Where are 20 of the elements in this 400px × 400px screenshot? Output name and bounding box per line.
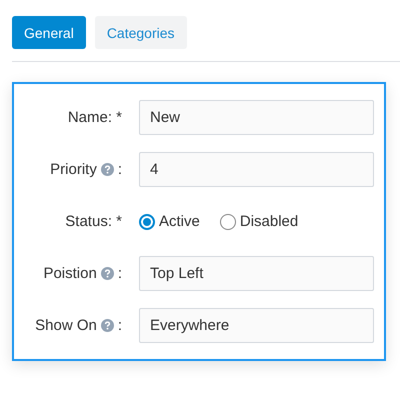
- radio-option[interactable]: Disabled: [220, 213, 298, 230]
- help-icon[interactable]: [100, 267, 114, 280]
- field-label: Show On: [35, 317, 97, 334]
- input-field[interactable]: New: [139, 100, 374, 135]
- input-field[interactable]: Top Left: [139, 256, 374, 291]
- field-label: Name: *: [68, 109, 122, 126]
- help-icon[interactable]: [100, 319, 114, 332]
- field-label: Status: *: [65, 213, 122, 230]
- radio-icon[interactable]: [220, 214, 236, 230]
- field-label: Poistion: [43, 265, 97, 282]
- radio-icon[interactable]: [139, 214, 155, 230]
- label-colon: :: [118, 317, 122, 334]
- input-field[interactable]: Everywhere: [139, 308, 374, 343]
- label-colon: :: [118, 265, 122, 282]
- help-icon[interactable]: [100, 163, 114, 176]
- radio-option[interactable]: Active: [139, 213, 200, 230]
- label-colon: :: [118, 161, 122, 178]
- input-field[interactable]: 4: [139, 152, 374, 187]
- field-label: Priority: [50, 161, 97, 178]
- tab[interactable]: General: [12, 16, 86, 49]
